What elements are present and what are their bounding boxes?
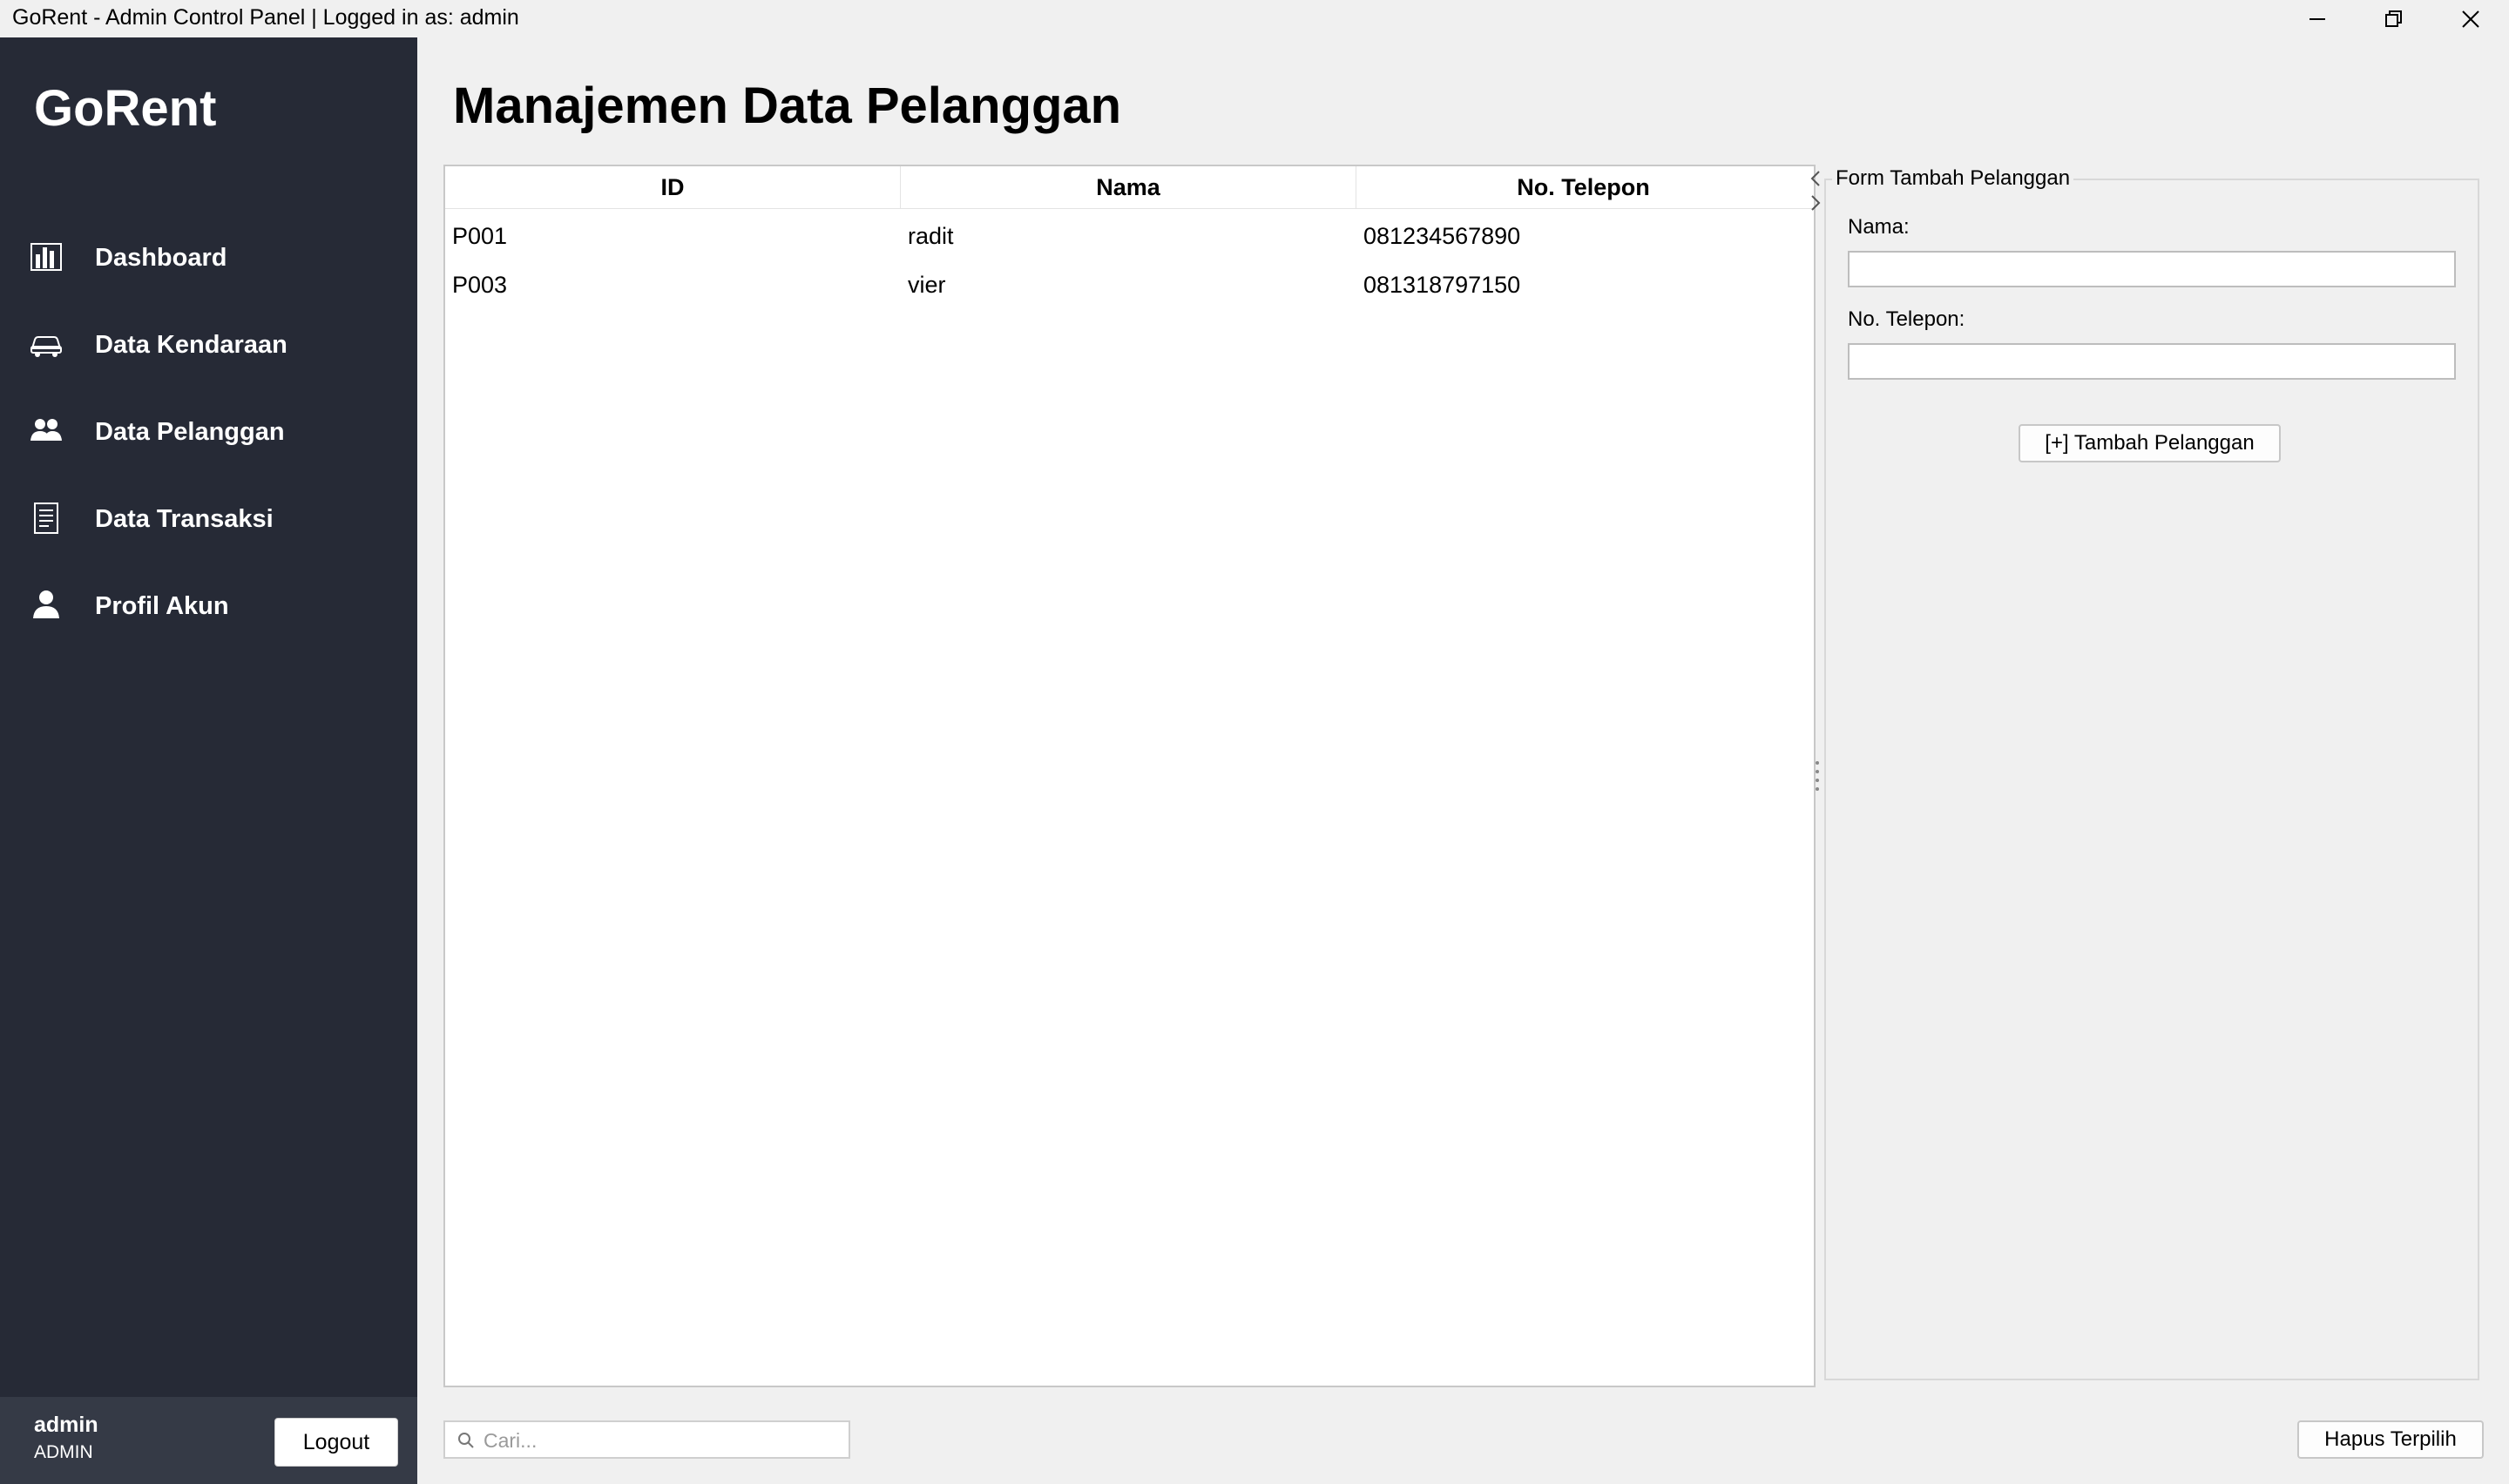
close-icon (2462, 10, 2479, 28)
logout-button[interactable]: Logout (274, 1418, 398, 1467)
sidebar-item-data-kendaraan[interactable]: Data Kendaraan (0, 314, 417, 383)
table-cell: vier (908, 272, 946, 298)
brand-logo: GoRent (34, 80, 217, 137)
form-legend: Form Tambah Pelanggan (1832, 166, 2074, 191)
user-role: ADMIN (34, 1442, 93, 1462)
table-cell: 081234567890 (1363, 223, 1521, 249)
column-header-id[interactable]: ID (445, 166, 901, 208)
sidebar-item-data-pelanggan[interactable]: Data Pelanggan (0, 401, 417, 470)
add-customer-button[interactable]: [+] Tambah Pelanggan (2019, 424, 2281, 462)
table-cell: P003 (452, 272, 508, 298)
table-row[interactable]: P001 radit 081234567890 (445, 212, 1814, 260)
sidebar-item-label: Data Transaksi (95, 505, 274, 533)
column-header-no-telepon[interactable]: No. Telepon (1356, 166, 1810, 208)
restore-icon (2385, 10, 2402, 27)
table-row[interactable]: P003 vier 081318797150 (445, 260, 1814, 309)
minimize-button[interactable] (2282, 0, 2352, 37)
phone-label: No. Telepon: (1848, 307, 1965, 331)
user-icon (33, 590, 59, 618)
customer-table[interactable]: ID Nama No. Telepon P001 radit 081234567… (443, 165, 1816, 1387)
table-cell: 081318797150 (1363, 272, 1521, 298)
close-button[interactable] (2436, 0, 2506, 37)
name-input[interactable] (1848, 251, 2456, 287)
sidebar-item-dashboard[interactable]: Dashboard (0, 226, 417, 296)
splitter-arrows-icon[interactable] (1807, 168, 1824, 220)
chart-icon (30, 243, 62, 271)
table-cell: radit (908, 223, 954, 249)
sidebar-item-profil-akun[interactable]: Profil Akun (0, 575, 417, 644)
search-input[interactable]: Cari... (443, 1420, 850, 1459)
sidebar-item-label: Profil Akun (95, 592, 229, 620)
search-placeholder: Cari... (484, 1429, 538, 1452)
name-label: Nama: (1848, 215, 1910, 239)
table-header: ID Nama No. Telepon (445, 166, 1814, 209)
users-icon (30, 419, 62, 441)
restore-button[interactable] (2359, 0, 2429, 37)
title-bar: GoRent - Admin Control Panel | Logged in… (0, 0, 2509, 37)
column-header-nama[interactable]: Nama (901, 166, 1356, 208)
page-title: Manajemen Data Pelanggan (453, 78, 1122, 134)
minimize-icon (2309, 17, 2325, 20)
search-icon (458, 1433, 474, 1448)
user-name: admin (34, 1413, 98, 1437)
delete-selected-button[interactable]: Hapus Terpilih (2297, 1420, 2484, 1459)
document-icon (34, 503, 58, 534)
phone-input[interactable] (1848, 343, 2456, 380)
window-title: GoRent - Admin Control Panel | Logged in… (12, 5, 519, 30)
splitter-handle-icon[interactable] (1815, 759, 1820, 791)
user-panel: admin ADMIN Logout (0, 1397, 417, 1484)
sidebar-item-data-transaksi[interactable]: Data Transaksi (0, 488, 417, 557)
sidebar: GoRent Dashboard Data Kendaraan Data Pel… (0, 37, 417, 1484)
sidebar-item-label: Data Pelanggan (95, 418, 285, 446)
sidebar-item-label: Data Kendaraan (95, 331, 287, 359)
sidebar-item-label: Dashboard (95, 244, 227, 272)
car-icon (30, 336, 62, 357)
table-cell: P001 (452, 223, 508, 249)
